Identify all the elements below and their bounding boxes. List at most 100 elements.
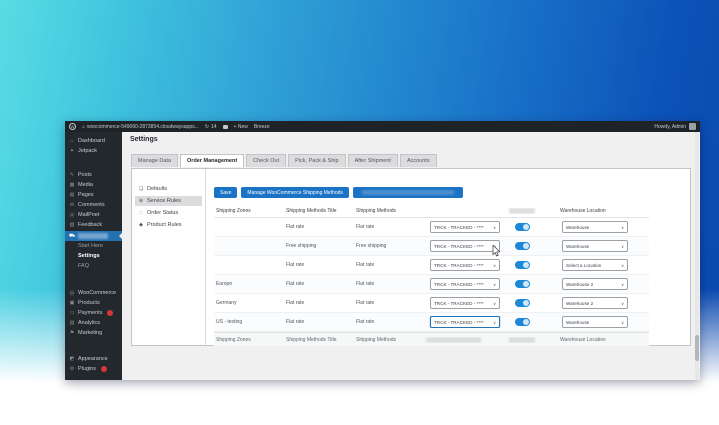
warehouse-select[interactable]: Warehouse∨	[562, 316, 628, 328]
table-row: Free shipping Free shipping TRCK - TRACK…	[214, 237, 649, 256]
subnav-item-order-status[interactable]: ∷Order Status	[135, 208, 202, 218]
sidebar-item-products[interactable]: ▣Products	[65, 298, 122, 308]
settings-tabs: Manage Data Order Management Check Out P…	[131, 154, 437, 167]
sidebar-label: Appearance	[78, 356, 108, 362]
method-cell: Flat rate	[354, 319, 424, 325]
header-shipping-methods: Shipping Methods	[354, 208, 424, 214]
breeze-menu[interactable]: Breeze	[254, 124, 270, 130]
sidebar-item-analytics[interactable]: ▥Analytics	[65, 318, 122, 328]
warehouse-select[interactable]: Select a Location∨	[562, 259, 628, 271]
comments-bubble-icon[interactable]	[223, 125, 228, 129]
site-menu[interactable]: ⌂ woocommerce-549060-2873854.cloudwaysap…	[82, 124, 199, 130]
enabled-toggle[interactable]	[515, 223, 530, 231]
enabled-toggle[interactable]	[515, 318, 530, 326]
toolbar: Save Manage WooCommerce Shipping Methods	[214, 187, 463, 198]
sidebar-item-feedback[interactable]: ▧Feedback	[65, 220, 122, 230]
tab-check-out[interactable]: Check Out	[246, 154, 286, 167]
zone-cell	[214, 224, 284, 230]
window-scrollbar[interactable]	[695, 132, 699, 380]
sidebar-subitem-start-here[interactable]: Start Here	[65, 241, 122, 251]
sidebar-item-jetpack[interactable]: ✦Jetpack	[65, 146, 122, 156]
notification-badge	[107, 310, 113, 316]
enabled-toggle[interactable]	[515, 242, 530, 250]
zone-cell	[214, 243, 284, 249]
sidebar-item-woocommerce[interactable]: ⓌWooCommerce	[65, 288, 122, 298]
sidebar-item-pages[interactable]: ▤Pages	[65, 190, 122, 200]
warehouse-select[interactable]: Warehouse∨	[562, 240, 628, 252]
jetpack-icon: ✦	[69, 148, 75, 154]
sidebar-item-dashboard[interactable]: ⌂Dashboard	[65, 136, 122, 146]
subnav-item-defaults[interactable]: ❏Defaults	[135, 184, 202, 194]
chevron-down-icon: ∨	[493, 320, 496, 325]
tab-after-shipment[interactable]: After Shipment	[348, 154, 398, 167]
warehouse-select[interactable]: Warehouse 2∨	[562, 297, 628, 309]
subnav-item-product-rules[interactable]: ◆Product Rules	[135, 220, 202, 230]
subnav-label: Service Rules	[147, 198, 181, 204]
service-select[interactable]: TRCK - TRACKED - ****∨	[430, 316, 500, 328]
pages-icon: ▤	[69, 192, 75, 198]
zone-cell: Germany	[214, 300, 284, 306]
payments-icon: ▭	[69, 310, 75, 316]
header-shipping-zones: Shipping Zones	[214, 208, 284, 214]
site-name: woocommerce-549060-2873854.cloudwaysapps…	[87, 124, 199, 130]
subnav-label: Order Status	[147, 210, 178, 216]
sidebar-label: Analytics	[78, 320, 100, 326]
updates-menu[interactable]: ↻ 14	[205, 124, 217, 130]
sidebar-item-plugins[interactable]: ⚙Plugins	[65, 364, 122, 374]
chevron-down-icon: ∨	[493, 301, 496, 306]
subnav-label: Product Rules	[147, 222, 182, 228]
sidebar-item-posts[interactable]: ✎Posts	[65, 170, 122, 180]
sidebar-label: Payments	[78, 310, 102, 316]
marketing-icon: ⚑	[69, 330, 75, 336]
wp-admin-window: W ⌂ woocommerce-549060-2873854.cloudways…	[65, 121, 700, 380]
service-value: TRCK - TRACKED - ****	[434, 282, 484, 287]
mailpoet-icon: Ⓜ	[69, 212, 75, 219]
service-select[interactable]: TRCK - TRACKED - ****∨	[430, 297, 500, 309]
globe-icon: ⊕	[138, 198, 144, 204]
enabled-toggle[interactable]	[515, 299, 530, 307]
tab-order-management[interactable]: Order Management	[180, 154, 244, 167]
avatar[interactable]	[689, 123, 696, 130]
sidebar-label: Jetpack	[78, 148, 97, 154]
howdy-admin[interactable]: Howdy, Admin	[654, 124, 686, 130]
sidebar-item-comments[interactable]: ✉Comments	[65, 200, 122, 210]
sidebar-item-shipping-plugin[interactable]: ⛟	[65, 231, 122, 241]
warehouse-select[interactable]: Warehouse∨	[562, 221, 628, 233]
service-select[interactable]: TRCK - TRACKED - ****∨	[430, 278, 500, 290]
woocommerce-icon: Ⓦ	[69, 290, 75, 297]
manage-shipping-methods-button[interactable]: Manage WooCommerce Shipping Methods	[241, 187, 349, 198]
new-menu[interactable]: + New	[234, 124, 248, 130]
redacted-button[interactable]	[353, 187, 463, 198]
subnav-item-service-rules[interactable]: ⊕Service Rules	[135, 196, 202, 206]
method-cell: Flat rate	[354, 281, 424, 287]
sidebar-item-payments[interactable]: ▭Payments	[65, 308, 122, 318]
subnav-label: Defaults	[147, 186, 167, 192]
wordpress-logo-icon[interactable]: W	[69, 123, 76, 130]
sidebar-item-marketing[interactable]: ⚑Marketing	[65, 328, 122, 338]
method-title-cell: Flat rate	[284, 262, 354, 268]
tab-manage-data[interactable]: Manage Data	[131, 154, 178, 167]
notification-badge	[101, 366, 107, 372]
enabled-toggle[interactable]	[515, 261, 530, 269]
page-title: Settings	[130, 136, 158, 143]
scrollbar-thumb[interactable]	[695, 335, 699, 361]
sidebar-item-mailpoet[interactable]: ⓂMailPoet	[65, 210, 122, 220]
enabled-toggle[interactable]	[515, 280, 530, 288]
warehouse-select[interactable]: Warehouse 2∨	[562, 278, 628, 290]
sidebar-subitem-settings[interactable]: Settings	[65, 251, 122, 261]
sidebar-item-media[interactable]: ▦Media	[65, 180, 122, 190]
plugin-label-redacted	[78, 233, 108, 239]
save-button[interactable]: Save	[214, 187, 237, 198]
service-select[interactable]: TRCK - TRACKED - ****∨	[430, 240, 500, 252]
sidebar-subitem-faq[interactable]: FAQ	[65, 261, 122, 271]
service-select[interactable]: TRCK - TRACKED - ****∨	[430, 259, 500, 271]
tab-pick-pack-ship[interactable]: Pick, Pack & Ship	[288, 154, 345, 167]
tab-accounts[interactable]: Accounts	[400, 154, 437, 167]
wp-admin-bar: W ⌂ woocommerce-549060-2873854.cloudways…	[65, 121, 700, 132]
updates-count: 14	[211, 124, 217, 130]
table-row: US - testing Flat rate Flat rate TRCK - …	[214, 313, 649, 332]
service-rules-main: Save Manage WooCommerce Shipping Methods…	[206, 169, 690, 345]
sidebar-item-appearance[interactable]: ◩Appearance	[65, 354, 122, 364]
service-select[interactable]: TRCK - TRACKED - ****∨	[430, 221, 500, 233]
method-title-cell: Free shipping	[284, 243, 354, 249]
